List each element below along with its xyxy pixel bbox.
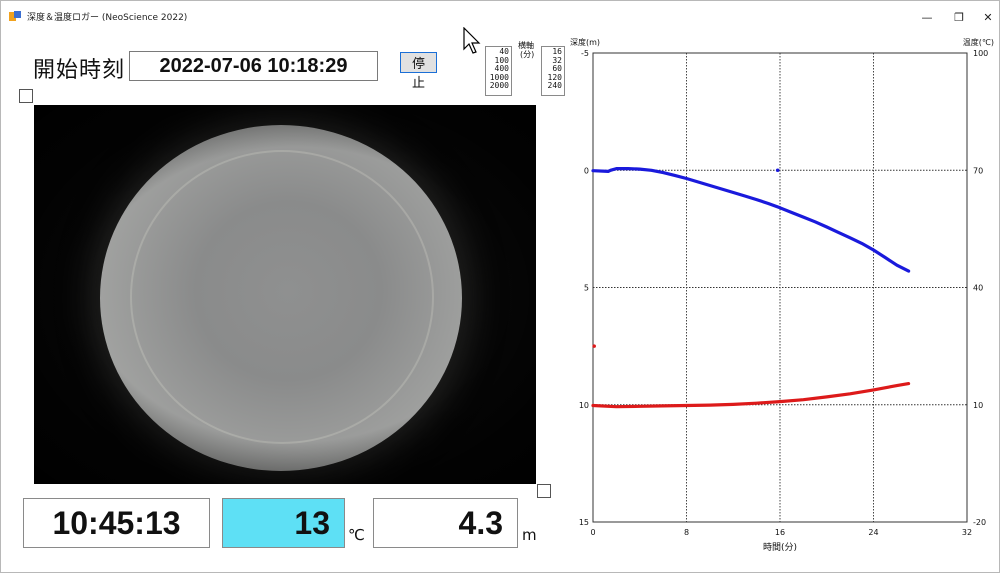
bottom-right-checkbox[interactable] <box>537 484 551 498</box>
y-right-tick-label: -20 <box>973 518 986 527</box>
depth-temperature-chart: 0 8 16 24 32 -5 0 5 10 15 100 70 40 10 -20 深度(m) 温度(℃) 時間… <box>570 37 994 553</box>
start-time-label: 開始時刻 <box>33 58 126 83</box>
temperature-unit: ℃ <box>348 526 365 544</box>
y-right-axis-title: 温度(℃) <box>963 37 994 47</box>
time-scale-list[interactable]: 16 32 60 120 240 <box>541 46 565 96</box>
time-scale-option[interactable]: 240 <box>544 81 562 91</box>
y-left-tick-label: 5 <box>584 284 589 293</box>
title-bar: 深度＆温度ロガー (NeoScience 2022) — ❐ ✕ <box>1 1 999 31</box>
y-left-tick-label: 15 <box>579 518 589 527</box>
app-window: 深度＆温度ロガー (NeoScience 2022) — ❐ ✕ 開始時刻 20… <box>0 0 1000 573</box>
window-title: 深度＆温度ロガー (NeoScience 2022) <box>27 13 188 23</box>
depth-readout: 4.3 <box>373 498 518 548</box>
time-axis-unit-label: (分) <box>520 50 535 59</box>
clock-readout: 10:45:13 <box>23 498 210 548</box>
x-tick-label: 8 <box>684 528 689 537</box>
depth-scale-option[interactable]: 2000 <box>488 81 509 91</box>
time-axis-label: 横軸 <box>518 41 534 50</box>
data-point-marker <box>592 344 596 348</box>
restore-button[interactable]: ❐ <box>952 11 966 25</box>
y-right-tick-label: 70 <box>973 166 983 175</box>
x-tick-label: 0 <box>590 528 595 537</box>
start-time-field: 2022-07-06 10:18:29 <box>129 51 378 81</box>
x-tick-label: 32 <box>962 528 972 537</box>
close-button[interactable]: ✕ <box>981 11 995 25</box>
temperature-readout: 13 <box>222 498 345 548</box>
y-left-tick-label: 0 <box>584 166 589 175</box>
y-left-tick-label: -5 <box>581 49 589 58</box>
y-right-tick-label: 40 <box>973 284 983 293</box>
app-icon <box>9 11 21 21</box>
mouse-pointer-icon <box>463 27 481 54</box>
stop-button[interactable]: 停止 <box>400 52 437 90</box>
data-point-marker <box>775 168 780 173</box>
x-tick-label: 16 <box>775 528 785 537</box>
camera-vignette <box>34 105 536 484</box>
x-axis-title: 時間(分) <box>763 542 797 553</box>
y-right-tick-label: 100 <box>973 49 988 58</box>
y-left-tick-label: 10 <box>579 401 589 410</box>
top-left-checkbox[interactable] <box>19 89 33 103</box>
camera-view <box>34 105 536 484</box>
y-right-tick-label: 10 <box>973 401 983 410</box>
y-left-axis-title: 深度(m) <box>570 37 600 47</box>
minimize-button[interactable]: — <box>920 11 934 25</box>
depth-scale-list[interactable]: 40 100 400 1000 2000 <box>485 46 512 96</box>
depth-unit: m <box>522 526 537 544</box>
x-tick-label: 24 <box>868 528 878 537</box>
